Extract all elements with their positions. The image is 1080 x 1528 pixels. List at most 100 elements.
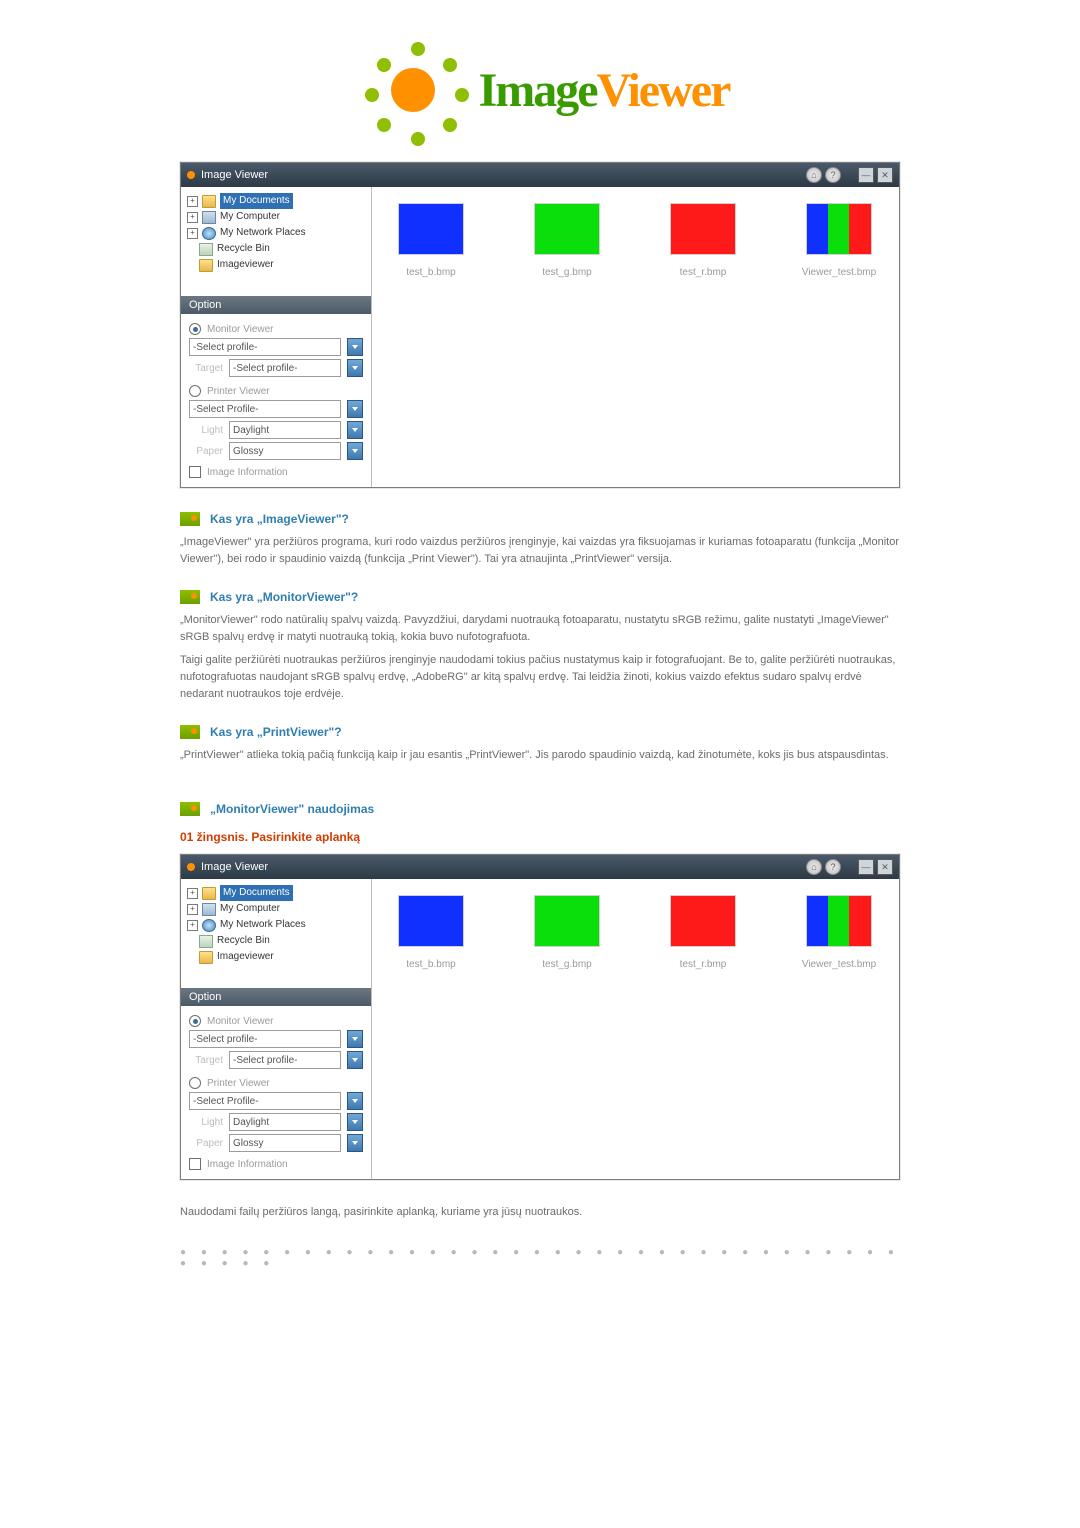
- help-button[interactable]: ?: [825, 859, 841, 875]
- heading-text: Kas yra „MonitorViewer"?: [210, 590, 358, 604]
- expand-icon[interactable]: +: [187, 904, 198, 915]
- expand-icon[interactable]: +: [187, 888, 198, 899]
- checkbox-image-info[interactable]: [189, 466, 201, 478]
- tree-item-my-documents[interactable]: + My Documents: [185, 885, 367, 901]
- help-button[interactable]: ?: [825, 167, 841, 183]
- image-info-check-row[interactable]: Image Information: [189, 466, 363, 478]
- folder-tree: + My Documents + My Computer + My Networ…: [181, 879, 371, 971]
- image-info-check-row[interactable]: Image Information: [189, 1158, 363, 1170]
- heading-text: „MonitorViewer" naudojimas: [210, 802, 374, 816]
- paper-select[interactable]: Glossy: [229, 442, 341, 460]
- profile-select[interactable]: -Select profile-: [189, 338, 341, 356]
- printer-viewer-label: Printer Viewer: [207, 386, 270, 397]
- printer-profile-select[interactable]: -Select Profile-: [189, 400, 341, 418]
- target-select[interactable]: -Select profile-: [229, 359, 341, 377]
- tree-item-network[interactable]: + My Network Places: [185, 225, 367, 241]
- folder-icon: [199, 951, 213, 964]
- thumbnail-area: test_b.bmp test_g.bmp test_r.bmp Viewer_…: [372, 879, 899, 1179]
- minimize-button[interactable]: —: [858, 859, 874, 875]
- profile-select[interactable]: -Select profile-: [189, 1030, 341, 1048]
- expand-icon[interactable]: +: [187, 228, 198, 239]
- light-select[interactable]: Daylight: [229, 1113, 341, 1131]
- radio-printer-viewer[interactable]: [189, 1077, 201, 1089]
- section-heading: Kas yra „PrintViewer"?: [180, 725, 900, 739]
- target-select[interactable]: -Select profile-: [229, 1051, 341, 1069]
- checkbox-image-info[interactable]: [189, 1158, 201, 1170]
- radio-monitor-viewer[interactable]: [189, 323, 201, 335]
- tree-item-imageviewer[interactable]: Imageviewer: [185, 949, 367, 965]
- tree-item-my-documents[interactable]: + My Documents: [185, 193, 367, 209]
- thumb-item[interactable]: Viewer_test.bmp: [784, 197, 894, 278]
- monitor-viewer-label: Monitor Viewer: [207, 1016, 274, 1027]
- tree-item-recycle-bin[interactable]: Recycle Bin: [185, 241, 367, 257]
- chevron-down-icon[interactable]: [347, 1030, 363, 1048]
- recycle-bin-icon: [199, 935, 213, 948]
- option-header: Option: [181, 988, 371, 1006]
- app-icon: [187, 171, 195, 179]
- thumbnail-icon: [670, 203, 736, 255]
- chevron-down-icon[interactable]: [347, 442, 363, 460]
- radio-printer-viewer[interactable]: [189, 385, 201, 397]
- chevron-down-icon[interactable]: [347, 1092, 363, 1110]
- printer-profile-select[interactable]: -Select Profile-: [189, 1092, 341, 1110]
- option-panel: Monitor Viewer -Select profile- Target -…: [181, 314, 371, 487]
- tree-item-my-computer[interactable]: + My Computer: [185, 901, 367, 917]
- heading-text: Kas yra „PrintViewer"?: [210, 725, 342, 739]
- thumb-caption: test_g.bmp: [512, 959, 622, 970]
- thumb-item[interactable]: test_g.bmp: [512, 889, 622, 970]
- monitor-viewer-radio-row[interactable]: Monitor Viewer: [189, 323, 363, 335]
- light-label: Light: [189, 425, 223, 436]
- folder-tree: + My Documents + My Computer + My Networ…: [181, 187, 371, 279]
- tree-item-network[interactable]: + My Network Places: [185, 917, 367, 933]
- expand-icon[interactable]: +: [187, 196, 198, 207]
- minimize-button[interactable]: —: [858, 167, 874, 183]
- light-select[interactable]: Daylight: [229, 421, 341, 439]
- thumb-item[interactable]: test_b.bmp: [376, 197, 486, 278]
- chevron-down-icon[interactable]: [347, 338, 363, 356]
- printer-viewer-radio-row[interactable]: Printer Viewer: [189, 385, 363, 397]
- app-window: Image Viewer ⌂ ? — ✕ + My Documents +: [180, 854, 900, 1180]
- thumb-item[interactable]: test_g.bmp: [512, 197, 622, 278]
- thumb-caption: Viewer_test.bmp: [784, 267, 894, 278]
- light-label: Light: [189, 1117, 223, 1128]
- thumb-item[interactable]: test_r.bmp: [648, 197, 758, 278]
- divider-dots: ● ● ● ● ● ● ● ● ● ● ● ● ● ● ● ● ● ● ● ● …: [180, 1247, 900, 1269]
- expand-icon[interactable]: +: [187, 920, 198, 931]
- paragraph: „PrintViewer" atlieka tokią pačią funkci…: [180, 747, 900, 764]
- radio-monitor-viewer[interactable]: [189, 1015, 201, 1027]
- paper-label: Paper: [189, 1138, 223, 1149]
- chevron-down-icon[interactable]: [347, 400, 363, 418]
- app-icon: [187, 863, 195, 871]
- bullet-icon: [180, 590, 200, 604]
- printer-viewer-radio-row[interactable]: Printer Viewer: [189, 1077, 363, 1089]
- thumb-item[interactable]: test_r.bmp: [648, 889, 758, 970]
- expand-icon[interactable]: +: [187, 212, 198, 223]
- sidebar: + My Documents + My Computer + My Networ…: [181, 879, 372, 1179]
- tree-item-my-computer[interactable]: + My Computer: [185, 209, 367, 225]
- close-button[interactable]: ✕: [877, 167, 893, 183]
- logo-mark-icon: [351, 40, 471, 140]
- target-label: Target: [189, 363, 223, 374]
- chevron-down-icon[interactable]: [347, 1113, 363, 1131]
- monitor-viewer-radio-row[interactable]: Monitor Viewer: [189, 1015, 363, 1027]
- computer-icon: [202, 211, 216, 224]
- thumbnail-icon: [806, 895, 872, 947]
- heading-text: Kas yra „ImageViewer"?: [210, 512, 349, 526]
- paper-select[interactable]: Glossy: [229, 1134, 341, 1152]
- bullet-icon: [180, 802, 200, 816]
- option-header: Option: [181, 296, 371, 314]
- close-button[interactable]: ✕: [877, 859, 893, 875]
- thumb-item[interactable]: test_b.bmp: [376, 889, 486, 970]
- chevron-down-icon[interactable]: [347, 359, 363, 377]
- bullet-icon: [180, 512, 200, 526]
- tree-item-imageviewer[interactable]: Imageviewer: [185, 257, 367, 273]
- chevron-down-icon[interactable]: [347, 421, 363, 439]
- home-button[interactable]: ⌂: [806, 859, 822, 875]
- bullet-icon: [180, 725, 200, 739]
- thumb-item[interactable]: Viewer_test.bmp: [784, 889, 894, 970]
- home-button[interactable]: ⌂: [806, 167, 822, 183]
- tree-item-recycle-bin[interactable]: Recycle Bin: [185, 933, 367, 949]
- chevron-down-icon[interactable]: [347, 1051, 363, 1069]
- window-title: Image Viewer: [201, 169, 268, 181]
- chevron-down-icon[interactable]: [347, 1134, 363, 1152]
